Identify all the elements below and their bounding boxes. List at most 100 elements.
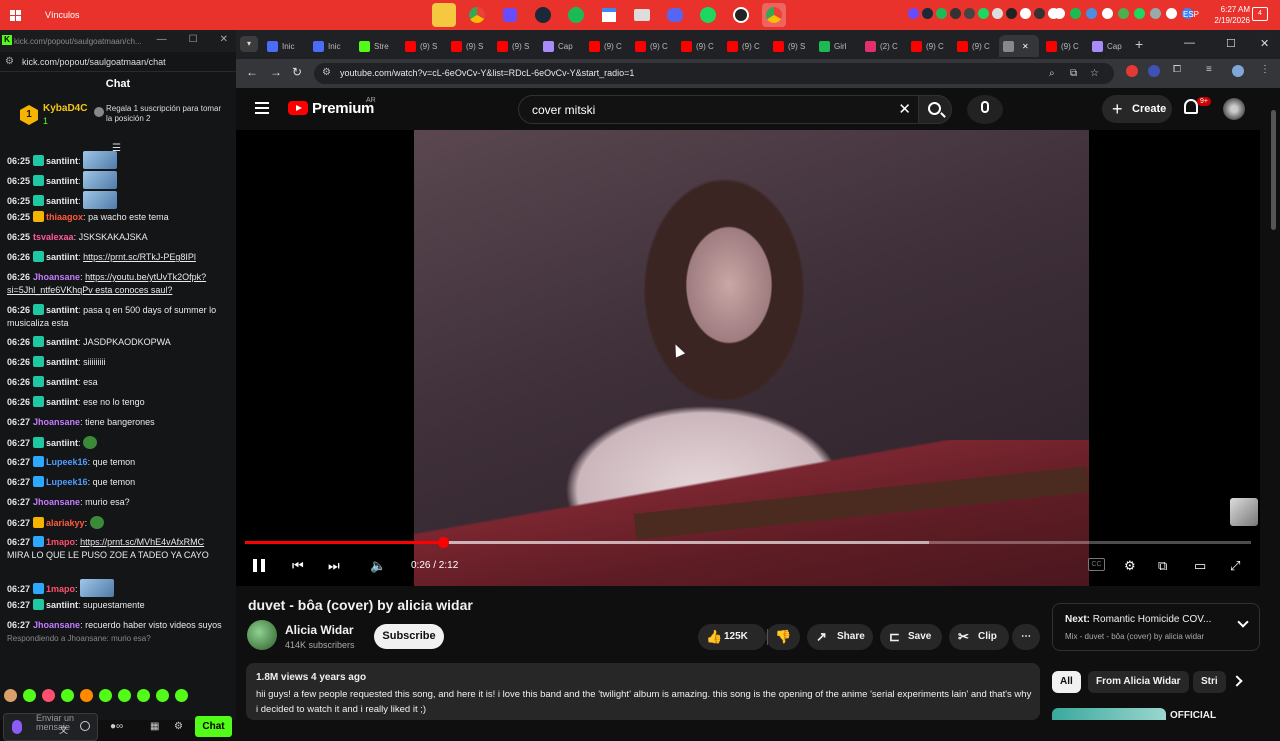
chevron-right-icon[interactable]: [1231, 675, 1243, 687]
more-actions-button[interactable]: ⋯: [1012, 624, 1040, 650]
steam-icon[interactable]: [531, 3, 555, 27]
chat-message[interactable]: 06:27 santiint:: [7, 436, 229, 450]
message-user[interactable]: santiint: [46, 337, 78, 347]
search-button[interactable]: [918, 95, 952, 124]
chat-message[interactable]: 06:27 1mapo:: [7, 579, 229, 597]
chat-message[interactable]: 06:27 Jhoansane: tiene bangerones: [7, 416, 229, 429]
menu-icon[interactable]: [255, 102, 269, 117]
chat-message[interactable]: 06:26 santiint: ese no lo tengo: [7, 396, 229, 409]
fullscreen-icon[interactable]: ⤢: [1230, 558, 1240, 574]
emote-icon[interactable]: [61, 689, 74, 702]
emote-icon[interactable]: [80, 689, 93, 702]
chat-message[interactable]: 06:25 santiint:: [7, 191, 229, 209]
chat-message[interactable]: 06:26 santiint: siiiiiiiii: [7, 356, 229, 369]
tray-icon[interactable]: [908, 8, 919, 19]
install-icon[interactable]: ⧉: [1070, 68, 1077, 79]
chrome-active-icon[interactable]: [762, 3, 786, 27]
filter-chip[interactable]: From Alicia Widar: [1088, 671, 1189, 693]
message-user[interactable]: Lupeek16: [46, 457, 88, 467]
save-button[interactable]: ⊏ Save: [880, 624, 942, 650]
avatar[interactable]: [1223, 98, 1245, 120]
voice-search-button[interactable]: [967, 95, 1003, 124]
extension-icon[interactable]: [1148, 65, 1160, 77]
message-user[interactable]: Jhoansane: [33, 417, 80, 427]
discord-icon[interactable]: [663, 3, 687, 27]
chat-message[interactable]: 06:25 santiint:: [7, 171, 229, 189]
message-user[interactable]: 1mapo: [46, 584, 75, 594]
tray-icon[interactable]: [922, 8, 933, 19]
maximize-icon[interactable]: ☐: [189, 34, 198, 45]
translate-icon[interactable]: 文: [59, 723, 68, 736]
gift-leaderboard[interactable]: 1 KybaD4C 1 Regala 1 suscripción para to…: [0, 97, 236, 135]
message-user[interactable]: santiint: [46, 438, 78, 448]
message-user[interactable]: santiint: [46, 196, 78, 206]
message-user[interactable]: 1mapo: [46, 537, 75, 547]
message-link[interactable]: https://prnt.sc/RTkJ-PEg8IPl: [83, 252, 196, 262]
browser-tab[interactable]: (9) C: [585, 35, 628, 57]
emote-icon[interactable]: [175, 689, 188, 702]
chat-message[interactable]: 06:25 thiaagox: pa wacho este tema: [7, 211, 229, 224]
channel-name[interactable]: Alicia Widar: [285, 623, 354, 637]
message-user[interactable]: Jhoansane: [33, 620, 80, 630]
file-explorer-icon[interactable]: [432, 3, 456, 27]
emote-icon[interactable]: [23, 689, 36, 702]
site-info-icon[interactable]: ⚙: [322, 67, 331, 78]
emote-icon[interactable]: [42, 689, 55, 702]
emoji-icon[interactable]: [80, 721, 90, 731]
youtube-brand[interactable]: Premium: [312, 100, 374, 117]
video-player[interactable]: ⏮ ⏭ 🔈 0:26 / 2:12 CC ⚙ ⧉ ▭ ⤢: [236, 130, 1260, 586]
settings-gear-icon[interactable]: ⚙: [1124, 558, 1136, 574]
tray-icon[interactable]: [1118, 8, 1129, 19]
volume-icon[interactable]: 🔈: [370, 558, 386, 574]
browser-tab[interactable]: (9) S: [493, 35, 536, 57]
filter-chip[interactable]: Stri: [1193, 671, 1226, 693]
channel-avatar[interactable]: [247, 620, 277, 650]
message-user[interactable]: Jhoansane: [33, 272, 80, 282]
obs-icon[interactable]: [729, 3, 753, 27]
maximize-icon[interactable]: ☐: [1226, 37, 1236, 50]
message-user[interactable]: santiint: [46, 397, 78, 407]
message-user[interactable]: santiint: [46, 600, 78, 610]
pause-icon[interactable]: [253, 559, 265, 572]
browser-tab[interactable]: (2) C: [861, 35, 904, 57]
page-scrollbar[interactable]: [1271, 110, 1276, 230]
message-user[interactable]: santiint: [46, 305, 78, 315]
browser-tab[interactable]: (9) C: [907, 35, 950, 57]
message-user[interactable]: santiint: [46, 176, 78, 186]
previous-icon[interactable]: ⏮: [292, 558, 304, 574]
message-user[interactable]: Lupeek16: [46, 477, 88, 487]
browser-tab[interactable]: Girl: [815, 35, 858, 57]
browser-tab[interactable]: (9) S: [769, 35, 812, 57]
recommendation-title[interactable]: OFFICIAL: [1170, 710, 1216, 721]
popout-url-bar[interactable]: ⚙ kick.com/popout/saulgoatmaan/chat: [0, 52, 236, 72]
spotify-alt-icon[interactable]: [696, 3, 720, 27]
message-user[interactable]: Jhoansane: [33, 497, 80, 507]
bookmark-star-icon[interactable]: ☆: [1090, 68, 1099, 79]
extensions-puzzle-icon[interactable]: ⧠: [1173, 64, 1181, 75]
tray-icon[interactable]: [978, 8, 989, 19]
close-tab-icon[interactable]: ✕: [1022, 42, 1029, 51]
media-icon[interactable]: [630, 3, 654, 27]
video-frame[interactable]: [414, 130, 1090, 586]
close-icon[interactable]: ✕: [220, 34, 228, 45]
extension-icon[interactable]: [1126, 65, 1138, 77]
tray-icon[interactable]: [936, 8, 947, 19]
browser-tab[interactable]: Stre: [355, 35, 398, 57]
up-next-box[interactable]: Next: Romantic Homicide COV... Mix - duv…: [1052, 603, 1260, 651]
close-icon[interactable]: ✕: [1260, 37, 1269, 50]
chat-message[interactable]: 06:27 Jhoansane: murio esa?: [7, 496, 229, 509]
browser-tab[interactable]: (9) C: [723, 35, 766, 57]
chat-message[interactable]: 06:26 Jhoansane: https://youtu.be/ytUvTk2…: [7, 271, 229, 297]
next-icon[interactable]: ⏭: [328, 558, 340, 574]
notifications-bell-icon[interactable]: [1184, 99, 1198, 114]
menu-dots-icon[interactable]: ⋮: [1260, 64, 1270, 75]
chat-message[interactable]: 06:27 santiint: supuestamente: [7, 599, 229, 612]
browser-tab[interactable]: (9) C: [677, 35, 720, 57]
chat-message[interactable]: 06:27 1mapo: https://prnt.sc/MVhE4vAfxRMC…: [7, 536, 229, 562]
browser-tab[interactable]: (9) S: [401, 35, 444, 57]
forward-icon[interactable]: →: [270, 65, 282, 79]
store-icon[interactable]: ▦: [150, 721, 159, 732]
tray-icon[interactable]: [1020, 8, 1031, 19]
chat-message[interactable]: 06:27 Lupeek16: que temon: [7, 456, 229, 469]
profile-icon[interactable]: [1232, 65, 1244, 77]
